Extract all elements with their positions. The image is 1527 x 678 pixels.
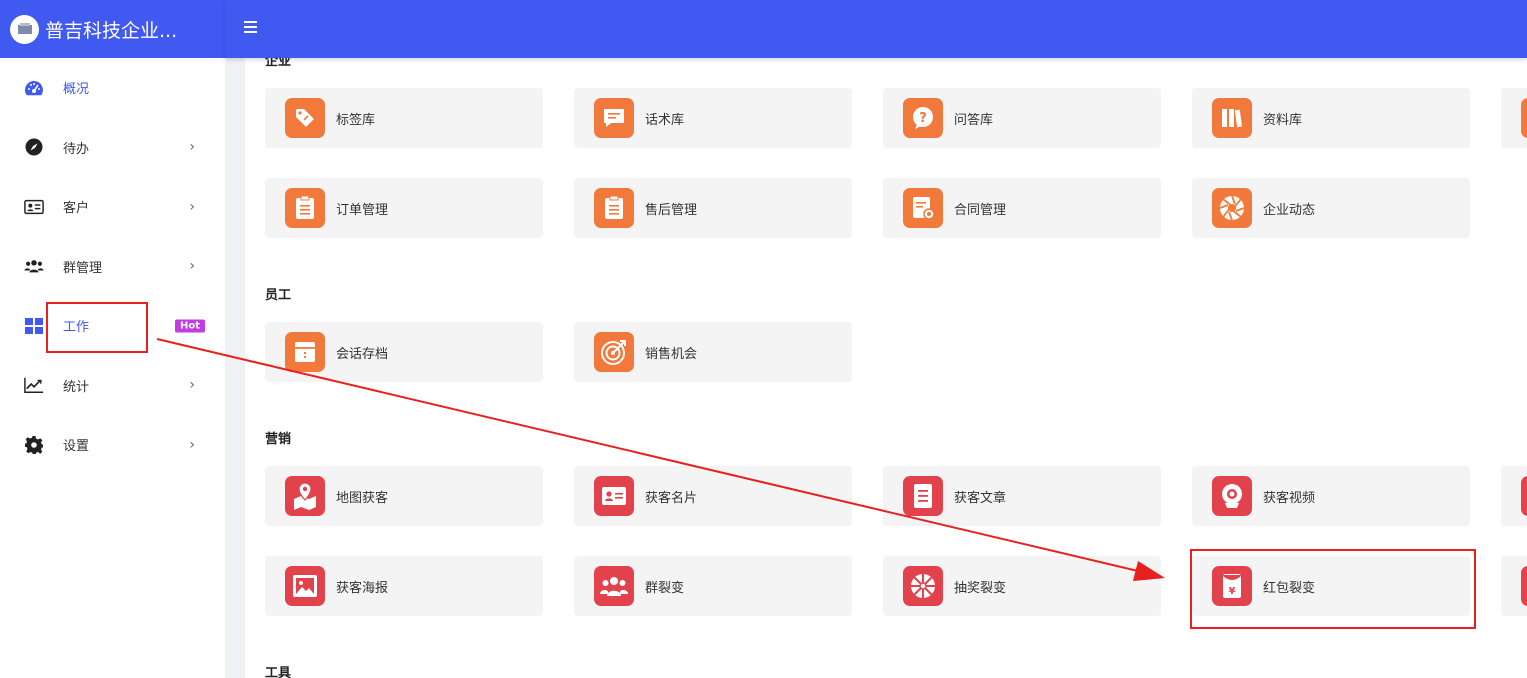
top-bar bbox=[225, 0, 1527, 58]
annotation-arrow bbox=[156, 338, 1165, 581]
hamburger-menu-icon[interactable] bbox=[244, 21, 257, 33]
